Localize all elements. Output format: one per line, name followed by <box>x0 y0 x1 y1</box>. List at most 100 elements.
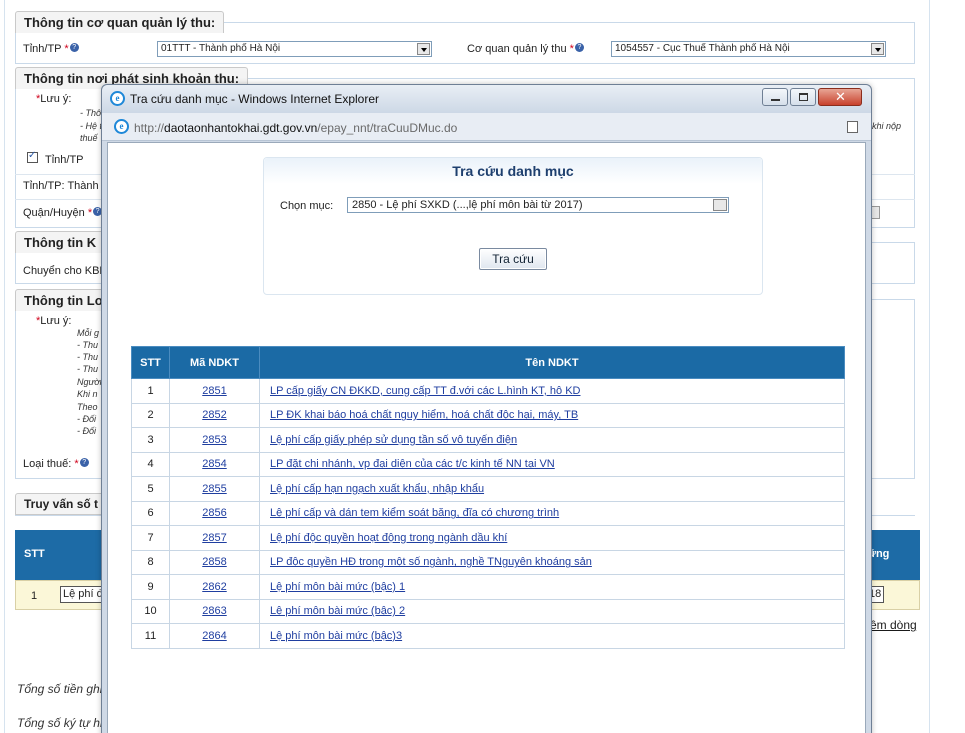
cell-ten: LP ĐK khai báo hoá chất nguy hiểm, hoá c… <box>259 402 845 428</box>
cell-ten: Lệ phí môn bài mức (bậc) 2 <box>259 598 845 624</box>
cell-stt: 8 <box>131 549 170 575</box>
cell-ten: LP đặt chi nhánh, vp đại diện của các t/… <box>259 451 845 477</box>
chevron-down-icon <box>871 43 884 55</box>
cell-ten: Lệ phí cấp hạn ngạch xuất khẩu, nhập khẩ… <box>259 476 845 502</box>
ten-ndkt-link[interactable]: LP đặt chi nhánh, vp đại diện của các t/… <box>270 458 555 470</box>
cell-stt: 11 <box>131 623 170 649</box>
note-b: - Hệ t <box>80 121 103 131</box>
cell-ma: 2854 <box>169 451 260 477</box>
cell-ma: 2857 <box>169 525 260 551</box>
tinh-checkbox[interactable] <box>27 150 38 163</box>
cell-ma: 2863 <box>169 598 260 624</box>
cell-stt: 5 <box>131 476 170 502</box>
tong-so-tien-label: Tổng số tiền ghi <box>17 682 103 696</box>
maximize-button[interactable] <box>790 88 816 106</box>
section-kbnn-title: Thông tin K <box>15 231 106 253</box>
col-ten-header: Tên NDKT <box>259 346 845 379</box>
cell-ma: 2853 <box>169 427 260 453</box>
cell-stt: 3 <box>131 427 170 453</box>
search-panel-title: Tra cứu danh mục <box>264 158 762 184</box>
section-loai-thue-title: Thông tin Lo <box>15 289 112 311</box>
tinh-label: Tỉnh/TP *? <box>23 43 79 55</box>
ten-ndkt-link[interactable]: Lệ phí cấp hạn ngạch xuất khẩu, nhập khẩ… <box>270 483 484 495</box>
ma-ndkt-link[interactable]: 2862 <box>202 581 226 593</box>
ten-ndkt-link[interactable]: LP ĐK khai báo hoá chất nguy hiểm, hoá c… <box>270 409 578 421</box>
tinh-tp-label: Tỉnh/TP: Thành <box>23 180 99 192</box>
cell-stt: 4 <box>131 451 170 477</box>
minimize-icon <box>771 99 780 101</box>
popup-title: Tra cứu danh mục - Windows Internet Expl… <box>130 92 380 106</box>
ma-ndkt-link[interactable]: 2856 <box>202 507 226 519</box>
luu-y-label-2: *Lưu ý: <box>36 315 72 327</box>
table-row: 6 2856 Lệ phí cấp và dán tem kiểm soát băn… <box>131 500 845 526</box>
popup-titlebar[interactable]: e Tra cứu danh mục - Windows Internet Ex… <box>102 85 871 113</box>
cell-ma: 2862 <box>169 574 260 600</box>
popup-window: e Tra cứu danh mục - Windows Internet Ex… <box>101 84 872 733</box>
note-right: khi nộp <box>872 121 902 131</box>
note2: - Thu <box>77 364 99 374</box>
cell-ma: 2864 <box>169 623 260 649</box>
cell-stt: 1 <box>131 378 170 404</box>
ma-ndkt-link[interactable]: 2851 <box>202 385 226 397</box>
cell-ma: 2858 <box>169 549 260 575</box>
ten-ndkt-link[interactable]: Lệ phí môn bài mức (bậc) 2 <box>270 605 405 617</box>
chon-muc-select[interactable]: 2850 - Lệ phí SXKD (...,lệ phí môn bài t… <box>347 197 729 213</box>
quan-huyen-label: Quận/Huyện *? <box>23 207 103 219</box>
ten-ndkt-link[interactable]: Lệ phí độc quyền hoạt động trong ngành d… <box>270 532 507 544</box>
ma-ndkt-link[interactable]: 2855 <box>202 483 226 495</box>
note2: Người <box>77 377 102 387</box>
cell-ma: 2855 <box>169 476 260 502</box>
cell-ten: LP độc quyền HĐ trong một số ngành, nghề… <box>259 549 845 575</box>
cell-ten: Lệ phí môn bài mức (bậc) 1 <box>259 574 845 600</box>
ten-ndkt-link[interactable]: Lệ phí môn bài mức (bậc)3 <box>270 630 402 642</box>
address-url: http://daotaonhantokhai.gdt.gov.vn/epay_… <box>134 121 458 135</box>
table-row: 11 2864 Lệ phí môn bài mức (bậc)3 <box>131 623 845 649</box>
table-row: 10 2863 Lệ phí môn bài mức (bậc) 2 <box>131 598 845 624</box>
close-icon: ✕ <box>835 89 846 104</box>
ma-ndkt-link[interactable]: 2854 <box>202 458 226 470</box>
table-row: 8 2858 LP độc quyền HĐ trong một số ngành,… <box>131 549 845 575</box>
tinh-select[interactable]: 01TTT - Thành phố Hà Nội <box>157 41 432 57</box>
ie-logo-icon: e <box>110 91 125 106</box>
cell-stt: 6 <box>131 500 170 526</box>
page-ie-icon: e <box>114 119 129 134</box>
chon-muc-label: Chọn mục: <box>280 200 334 212</box>
ma-ndkt-link[interactable]: 2857 <box>202 532 226 544</box>
note2: - Đối <box>77 414 97 424</box>
bg-row-input[interactable]: Lệ phí đ <box>60 586 105 603</box>
tra-cuu-button[interactable]: Tra cứu <box>479 248 547 270</box>
truy-van-title: Truy vấn số t <box>15 493 108 515</box>
cell-ma: 2851 <box>169 378 260 404</box>
ten-ndkt-link[interactable]: Lệ phí cấp giấy phép sử dụng tần số vô t… <box>270 434 517 446</box>
cell-ma: 2852 <box>169 402 260 428</box>
cell-ten: LP cấp giấy CN ĐKKD, cung cấp TT đ.với c… <box>259 378 845 404</box>
address-bar[interactable]: e http://daotaonhantokhai.gdt.gov.vn/epa… <box>102 113 871 141</box>
ten-ndkt-link[interactable]: Lệ phí môn bài mức (bậc) 1 <box>270 581 405 593</box>
them-dong-link[interactable]: êm dòng <box>870 618 917 632</box>
minimize-button[interactable] <box>762 88 788 106</box>
ma-ndkt-link[interactable]: 2853 <box>202 434 226 446</box>
ma-ndkt-link[interactable]: 2863 <box>202 605 226 617</box>
ten-ndkt-link[interactable]: LP độc quyền HĐ trong một số ngành, nghề… <box>270 556 592 568</box>
cell-ten: Lệ phí cấp và dán tem kiểm soát băng, đĩ… <box>259 500 845 526</box>
table-row: 2 2852 LP ĐK khai báo hoá chất nguy hiểm, … <box>131 402 845 428</box>
ten-ndkt-link[interactable]: LP cấp giấy CN ĐKKD, cung cấp TT đ.với c… <box>270 385 580 397</box>
popup-content: Tra cứu danh mục Chọn mục: 2850 - Lệ phí… <box>107 142 866 733</box>
table-row: 1 2851 LP cấp giấy CN ĐKKD, cung cấp TT đ.… <box>131 378 845 404</box>
tong-so-ky-tu-label: Tổng số ký tự hi <box>17 716 103 730</box>
loai-thue-label: Loại thuế: *? <box>23 458 89 470</box>
ma-ndkt-link[interactable]: 2864 <box>202 630 226 642</box>
bg-row-stt: 1 <box>31 590 38 602</box>
ma-ndkt-link[interactable]: 2852 <box>202 409 226 421</box>
page: Thông tin cơ quan quản lý thu: Tỉnh/TP *… <box>0 0 965 733</box>
ma-ndkt-link[interactable]: 2858 <box>202 556 226 568</box>
note2: - Thu <box>77 340 99 350</box>
close-button[interactable]: ✕ <box>818 88 862 106</box>
luu-y-label: *Lưu ý: <box>36 93 72 105</box>
ten-ndkt-link[interactable]: Lệ phí cấp và dán tem kiểm soát băng, đĩ… <box>270 507 559 519</box>
maximize-icon <box>799 93 808 101</box>
bg-table-stt-head: STT <box>24 548 45 560</box>
chuyen-kbnn-label: Chuyển cho KBN <box>23 265 108 277</box>
cqql-select[interactable]: 1054557 - Cục Thuế Thành phố Hà Nội <box>611 41 886 57</box>
cell-stt: 10 <box>131 598 170 624</box>
